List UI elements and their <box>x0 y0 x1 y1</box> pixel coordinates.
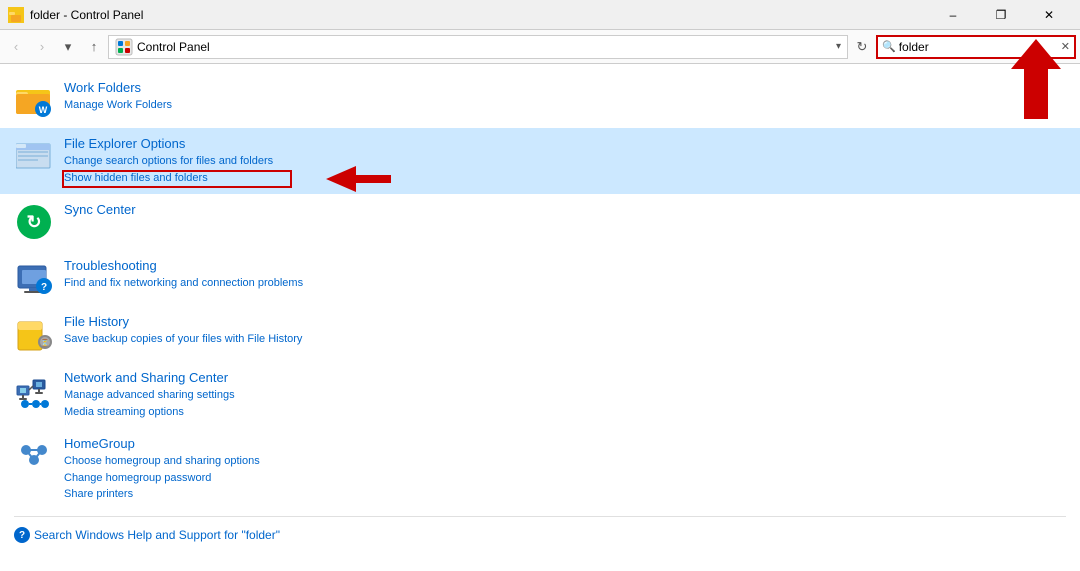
share-printers-link[interactable]: Share printers <box>64 486 1066 503</box>
footer-text: Search Windows Help and Support for "fol… <box>34 528 280 542</box>
troubleshooting-icon: ? <box>14 258 54 298</box>
recent-button[interactable]: ▾ <box>56 35 80 59</box>
homegroup-icon <box>14 436 54 476</box>
work-folders-title[interactable]: Work Folders <box>64 80 1066 95</box>
file-history-item[interactable]: ⏳ File History Save backup copies of you… <box>0 306 1080 362</box>
sync-center-title[interactable]: Sync Center <box>64 202 1066 217</box>
window-controls: – ❐ ✕ <box>930 0 1072 30</box>
list-item[interactable]: W Work Folders Manage Work Folders <box>0 72 1080 128</box>
work-folders-sub: Manage Work Folders <box>64 97 1066 114</box>
refresh-button[interactable]: ↻ <box>850 35 874 59</box>
title-bar: folder - Control Panel – ❐ ✕ <box>0 0 1080 30</box>
file-history-sub: Save backup copies of your files with Fi… <box>64 331 1066 348</box>
help-search-link[interactable]: ? Search Windows Help and Support for "f… <box>14 527 280 543</box>
address-path[interactable]: Control Panel ▾ <box>108 35 848 59</box>
show-hidden-files-link[interactable]: Show hidden files and folders <box>64 170 1066 187</box>
footer-separator <box>14 516 1066 517</box>
address-dropdown-icon: ▾ <box>836 41 841 52</box>
search-input[interactable] <box>899 40 1061 54</box>
file-explorer-title[interactable]: File Explorer Options <box>64 136 1066 151</box>
svg-text:↻: ↻ <box>26 212 41 232</box>
file-explorer-item[interactable]: File Explorer Options Change search opti… <box>0 128 1080 194</box>
network-sharing-item[interactable]: Network and Sharing Center Manage advanc… <box>0 362 1080 428</box>
manage-advanced-sharing-link[interactable]: Manage advanced sharing settings <box>64 387 1066 404</box>
file-history-content: File History Save backup copies of your … <box>64 314 1066 348</box>
sync-center-item[interactable]: ↻ Sync Center <box>0 194 1080 250</box>
troubleshooting-title[interactable]: Troubleshooting <box>64 258 1066 273</box>
network-sharing-title[interactable]: Network and Sharing Center <box>64 370 1066 385</box>
homegroup-item[interactable]: HomeGroup Choose homegroup and sharing o… <box>0 428 1080 511</box>
network-sharing-sub: Manage advanced sharing settings Media s… <box>64 387 1066 420</box>
close-button[interactable]: ✕ <box>1026 0 1072 30</box>
file-history-icon: ⏳ <box>14 314 54 354</box>
footer: ? Search Windows Help and Support for "f… <box>14 527 280 543</box>
network-sharing-icon <box>14 370 54 410</box>
svg-text:W: W <box>39 105 48 115</box>
change-search-options-link[interactable]: Change search options for files and fold… <box>64 153 1066 170</box>
homegroup-sub: Choose homegroup and sharing options Cha… <box>64 453 1066 503</box>
file-explorer-icon <box>14 136 54 176</box>
forward-button[interactable]: › <box>30 35 54 59</box>
search-icon: 🔍 <box>882 40 896 53</box>
up-button[interactable]: ↑ <box>82 35 106 59</box>
media-streaming-link[interactable]: Media streaming options <box>64 404 1066 421</box>
fix-networking-link[interactable]: Find and fix networking and connection p… <box>64 275 1066 292</box>
work-folders-content: Work Folders Manage Work Folders <box>64 80 1066 114</box>
content-area: W Work Folders Manage Work Folders File … <box>0 64 1080 519</box>
network-sharing-content: Network and Sharing Center Manage advanc… <box>64 370 1066 420</box>
search-clear-icon[interactable]: ✕ <box>1061 40 1070 53</box>
restore-button[interactable]: ❐ <box>978 0 1024 30</box>
work-folders-icon: W <box>14 80 54 120</box>
homegroup-title[interactable]: HomeGroup <box>64 436 1066 451</box>
address-text: Control Panel <box>137 40 210 54</box>
file-explorer-sub: Change search options for files and fold… <box>64 153 1066 186</box>
back-button[interactable]: ‹ <box>4 35 28 59</box>
change-homegroup-password-link[interactable]: Change homegroup password <box>64 470 1066 487</box>
troubleshooting-item[interactable]: ? Troubleshooting Find and fix networkin… <box>0 250 1080 306</box>
sync-center-icon: ↻ <box>14 202 54 242</box>
search-box[interactable]: 🔍 ✕ <box>876 35 1076 59</box>
manage-work-folders-link[interactable]: Manage Work Folders <box>64 97 1066 114</box>
svg-text:⏳: ⏳ <box>41 338 50 347</box>
sync-center-content: Sync Center <box>64 202 1066 219</box>
file-history-title[interactable]: File History <box>64 314 1066 329</box>
troubleshooting-sub: Find and fix networking and connection p… <box>64 275 1066 292</box>
help-icon: ? <box>14 527 30 543</box>
address-bar: ‹ › ▾ ↑ Control Panel ▾ ↻ 🔍 ✕ <box>0 30 1080 64</box>
choose-homegroup-link[interactable]: Choose homegroup and sharing options <box>64 453 1066 470</box>
title-bar-icon <box>8 7 24 23</box>
file-explorer-content: File Explorer Options Change search opti… <box>64 136 1066 186</box>
homegroup-content: HomeGroup Choose homegroup and sharing o… <box>64 436 1066 503</box>
window-title: folder - Control Panel <box>30 8 930 22</box>
minimize-button[interactable]: – <box>930 0 976 30</box>
svg-text:?: ? <box>41 282 47 293</box>
save-backup-link[interactable]: Save backup copies of your files with Fi… <box>64 331 1066 348</box>
troubleshooting-content: Troubleshooting Find and fix networking … <box>64 258 1066 292</box>
